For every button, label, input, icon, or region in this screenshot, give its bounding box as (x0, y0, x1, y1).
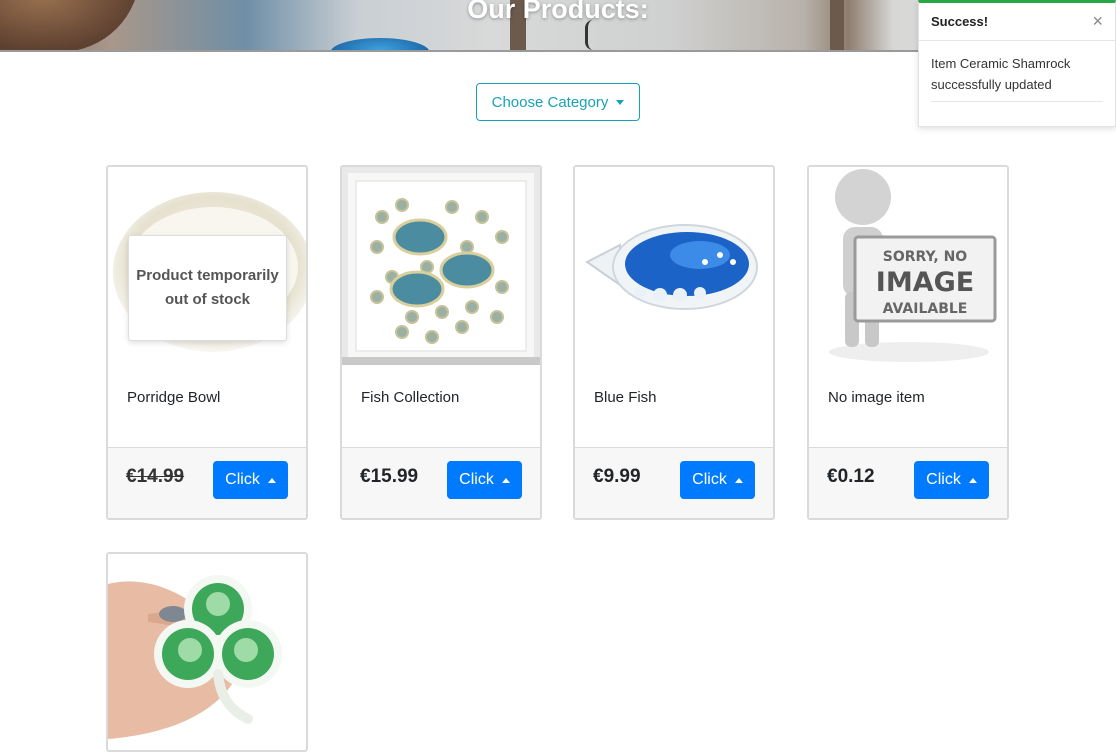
product-name: Fish Collection (361, 389, 460, 406)
toast-title: Success! (931, 14, 989, 29)
product-image-fish-collection[interactable] (342, 167, 540, 365)
click-button-label: Click (692, 471, 727, 488)
toast-header: Success! × (919, 3, 1115, 41)
placeholder-line2: IMAGE (876, 267, 974, 298)
click-button-label: Click (225, 471, 260, 488)
caret-up-icon (501, 477, 510, 483)
caret-up-icon (968, 477, 977, 483)
caret-up-icon (734, 477, 743, 483)
placeholder-line1: SORRY, NO (883, 249, 968, 265)
shamrock-image (108, 554, 306, 744)
product-card-porridge-bowl: Product temporarily out of stock Porridg… (106, 165, 308, 520)
out-of-stock-overlay: Product temporarily out of stock (128, 235, 287, 341)
product-image-blue-fish[interactable] (575, 167, 773, 365)
product-price: €14.99 (126, 466, 185, 487)
product-name: Porridge Bowl (127, 389, 221, 406)
close-icon[interactable]: × (1092, 11, 1103, 32)
choose-category-dropdown[interactable]: Choose Category (476, 83, 640, 121)
product-name: No image item (828, 389, 925, 406)
product-footer: €14.99 Click (108, 447, 306, 518)
product-footer: €9.99 Click (575, 447, 773, 518)
product-click-button[interactable]: Click (213, 461, 288, 499)
product-image-no-image-item[interactable]: SORRY, NO IMAGE AVAILABLE (809, 167, 1007, 365)
product-price: €15.99 (360, 466, 419, 487)
placeholder-line3: AVAILABLE (883, 301, 968, 317)
no-image-placeholder: SORRY, NO IMAGE AVAILABLE (809, 167, 1007, 365)
product-price: €9.99 (593, 466, 641, 487)
product-name: Blue Fish (594, 389, 657, 406)
caret-up-icon (267, 477, 276, 483)
click-button-label: Click (459, 471, 494, 488)
choose-category-label: Choose Category (491, 93, 609, 111)
product-image-porridge-bowl[interactable]: Product temporarily out of stock (108, 167, 306, 365)
toast-message: Item Ceramic Shamrock successfully updat… (931, 56, 1071, 92)
click-button-label: Click (926, 471, 961, 488)
product-click-button[interactable]: Click (680, 461, 755, 499)
product-footer: €15.99 Click (342, 447, 540, 518)
product-footer: €0.12 Click (809, 447, 1007, 518)
product-click-button[interactable]: Click (914, 461, 989, 499)
product-card-no-image-item: SORRY, NO IMAGE AVAILABLE No image item … (807, 165, 1009, 520)
success-toast: Success! × Item Ceramic Shamrock success… (918, 0, 1116, 127)
blue-fish-image (585, 224, 758, 310)
product-price: €0.12 (827, 466, 875, 487)
fish-collection-image (342, 167, 540, 365)
product-card-fish-collection: Fish Collection €15.99 Click (340, 165, 542, 520)
product-image-ceramic-shamrock[interactable] (108, 554, 306, 744)
product-card-ceramic-shamrock (106, 552, 308, 752)
toast-divider (931, 101, 1103, 102)
product-card-blue-fish: Blue Fish €9.99 Click (573, 165, 775, 520)
chevron-down-icon (616, 99, 625, 105)
product-click-button[interactable]: Click (447, 461, 522, 499)
